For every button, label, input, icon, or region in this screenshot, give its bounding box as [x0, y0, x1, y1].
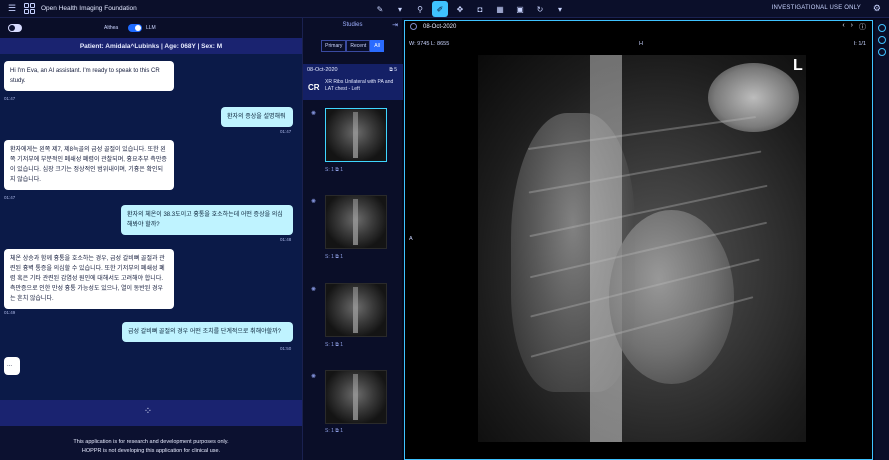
camera-icon[interactable]: ◘: [472, 1, 488, 17]
tab-recent[interactable]: Recent: [346, 40, 371, 52]
image-index: I: 1/1: [853, 41, 866, 47]
laterality-marker: L: [793, 57, 803, 74]
pencil-icon[interactable]: ✎: [372, 1, 388, 17]
orientation-top: H: [639, 41, 643, 47]
llm-label: LLM: [146, 25, 156, 31]
althea-label: Althea: [104, 25, 119, 31]
chevron-down-icon[interactable]: ▾: [392, 1, 408, 17]
message-time: 01:49: [4, 310, 16, 315]
series-count: ⧉ 5: [389, 67, 397, 73]
message-time: 01:48: [280, 237, 292, 242]
chevron-right-icon[interactable]: ›: [851, 22, 853, 32]
search-icon[interactable]: ⚲: [412, 1, 428, 17]
loading-spinner-icon: ⁘: [143, 406, 153, 417]
user-message: 환자의 증상을 설명해줘: [221, 107, 293, 127]
toolbar: ✎ ▾ ⚲ ✐ ✥ ◘ ▦ ▣ ↻ ▾: [372, 1, 568, 17]
collapse-icon[interactable]: ⇥: [392, 21, 398, 29]
tab-primary[interactable]: Primary: [321, 40, 347, 52]
brand-name: Open Health Imaging Foundation: [41, 5, 137, 12]
window-level: W: 9745 L: 8655: [409, 41, 450, 47]
chat-messages: Hi I'm Eva, an AI assistant. I'm ready t…: [0, 54, 302, 418]
studies-title: Studies: [342, 22, 363, 28]
series-status-icon: ✺: [311, 111, 317, 117]
viewport-date: 08-Oct-2020: [423, 24, 457, 30]
disclaimer: This application is for research and dev…: [0, 438, 302, 456]
series-thumbnail[interactable]: [325, 283, 387, 337]
user-message: 환자의 체온이 38.3도이고 흉통을 호소하는데 어떤 증상을 의심해봐야 할…: [121, 205, 293, 235]
menu-icon[interactable]: ☰: [6, 3, 18, 15]
message-time: 01:47: [4, 195, 16, 200]
move-icon[interactable]: ✥: [452, 1, 468, 17]
thumbnail-meta: S: 1 ⧉ 1: [325, 342, 344, 348]
series-thumbnail[interactable]: [325, 108, 387, 162]
user-message: 급성 갈비뼈 골절의 경우 어떤 조치를 단계적으로 취해야할까?: [122, 322, 293, 342]
patient-header: Patient: Amidala^Lubinks | Age: 068Y | S…: [0, 38, 302, 54]
message-time: 01:47: [280, 129, 292, 134]
studies-header: Studies ⇥: [303, 18, 402, 32]
modality-label: CR: [308, 83, 320, 92]
assistant-message: 환자에게는 왼쪽 제7, 제8늑골의 급성 골절이 있습니다. 또한 왼쪽 기저…: [4, 140, 174, 190]
thumbnail-meta: S: 1 ⧉ 1: [325, 254, 344, 260]
chat-panel: Althea LLM Patient: Amidala^Lubinks | Ag…: [0, 18, 302, 460]
study-date: 08-Oct-2020: [307, 67, 338, 73]
layout-icon[interactable]: ▦: [492, 1, 508, 17]
chevron-down-icon[interactable]: ▾: [552, 1, 568, 17]
orientation-left: A: [409, 236, 413, 242]
image-viewport[interactable]: 08-Oct-2020 ‹ › ⓘ W: 9745 L: 8655 H A I:…: [404, 20, 873, 460]
assistant-message: 체온 상승과 함께 흉통을 호소하는 경우, 급성 갈비뼈 골절과 관련된 흉벽…: [4, 249, 174, 309]
study-description: XR Ribs Unilateral with PA and LAT chest…: [325, 79, 394, 92]
measurement-icon[interactable]: [878, 48, 886, 56]
gear-icon[interactable]: ⚙: [873, 3, 881, 14]
series-status-icon: ✺: [311, 199, 317, 205]
refresh-icon[interactable]: ↻: [532, 1, 548, 17]
llm-toggle[interactable]: [128, 24, 142, 32]
studies-panel: Studies ⇥ Primary Recent All 08-Oct-2020…: [302, 18, 403, 460]
viewport-status-icon: [410, 23, 417, 30]
message-time: 01:47: [4, 96, 16, 101]
right-side-panel: [875, 20, 889, 460]
segmentation-icon[interactable]: [878, 36, 886, 44]
mode-toggles: Althea LLM: [0, 18, 302, 38]
studies-tabs: Primary Recent All: [303, 40, 402, 52]
study-card[interactable]: CR XR Ribs Unilateral with PA and LAT ch…: [303, 76, 403, 100]
thumbnail-meta: S: 1 ⧉ 1: [325, 428, 344, 434]
message-time: 01:50: [280, 346, 292, 351]
series-status-icon: ✺: [311, 374, 317, 380]
series-thumbnail[interactable]: [325, 195, 387, 249]
viewport-header: 08-Oct-2020 ‹ › ⓘ: [405, 21, 872, 33]
disclaimer-line-2: HOPPR is not developing this application…: [81, 448, 221, 454]
disclaimer-line-1: This application is for research and dev…: [73, 439, 229, 445]
xray-image[interactable]: [478, 55, 806, 442]
ohif-logo-icon: [24, 3, 35, 14]
series-status-icon: ✺: [311, 287, 317, 293]
chevron-left-icon[interactable]: ‹: [842, 22, 844, 32]
series-thumbnail[interactable]: [325, 370, 387, 424]
study-date-row[interactable]: 08-Oct-2020 ⧉ 5: [303, 64, 403, 76]
top-bar: ☰ Open Health Imaging Foundation ✎ ▾ ⚲ ✐…: [0, 0, 889, 18]
info-icon[interactable]: ⓘ: [859, 22, 866, 32]
investigational-label: INVESTIGATIONAL USE ONLY: [771, 5, 861, 11]
layers-icon[interactable]: ▣: [512, 1, 528, 17]
althea-toggle[interactable]: [8, 24, 22, 32]
tab-all[interactable]: All: [370, 40, 384, 52]
paint-brush-icon[interactable]: ✐: [432, 1, 448, 17]
assistant-message: Hi I'm Eva, an AI assistant. I'm ready t…: [4, 61, 174, 91]
thumbnail-meta: S: 1 ⧉ 1: [325, 167, 344, 173]
panel-toggle-icon[interactable]: [878, 24, 886, 32]
viewport-nav: ‹ › ⓘ: [842, 22, 866, 32]
assistant-typing: ...: [4, 357, 20, 375]
